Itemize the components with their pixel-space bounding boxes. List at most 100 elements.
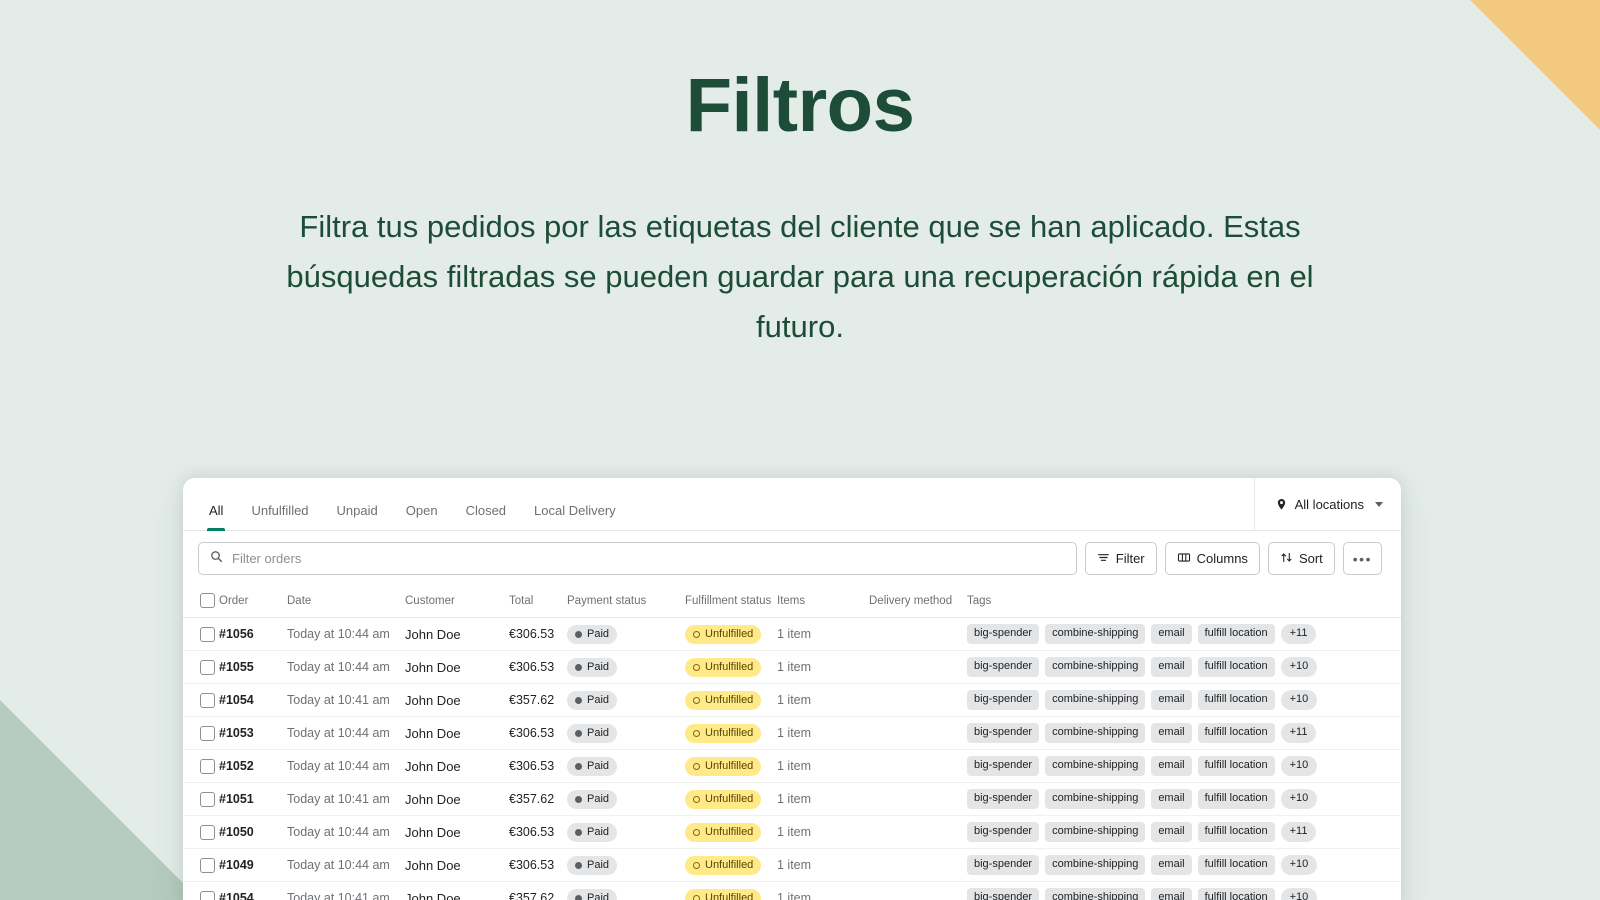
tag-overflow-count[interactable]: +10 (1280, 690, 1318, 710)
tag-chip[interactable]: fulfill location (1197, 624, 1275, 644)
order-number[interactable]: #1050 (219, 825, 254, 839)
tab-all[interactable]: All (195, 504, 237, 531)
tag-chip[interactable]: fulfill location (1197, 888, 1275, 900)
tag-chip[interactable]: big-spender (967, 855, 1040, 875)
column-header-items[interactable]: Items (777, 586, 869, 618)
tag-overflow-count[interactable]: +10 (1280, 888, 1318, 900)
tag-chip[interactable]: email (1151, 822, 1192, 842)
column-header-payment-status[interactable]: Payment status (567, 586, 685, 618)
column-header-tags[interactable]: Tags (967, 586, 1401, 618)
column-header-order[interactable]: Order (219, 586, 287, 618)
tag-chip[interactable]: fulfill location (1197, 657, 1275, 677)
tag-chip[interactable]: big-spender (967, 690, 1040, 710)
tag-chip[interactable]: fulfill location (1197, 723, 1275, 743)
order-number[interactable]: #1049 (219, 858, 254, 872)
order-number[interactable]: #1053 (219, 726, 254, 740)
tab-open[interactable]: Open (392, 504, 452, 530)
sort-button[interactable]: Sort (1267, 542, 1335, 575)
tag-chip[interactable]: email (1151, 855, 1192, 875)
tag-chip[interactable]: email (1151, 756, 1192, 776)
tag-chip[interactable]: big-spender (967, 624, 1040, 644)
table-row[interactable]: #1055 Today at 10:44 am John Doe €306.53… (183, 650, 1401, 684)
row-checkbox[interactable] (200, 824, 215, 840)
tag-chip[interactable]: big-spender (967, 756, 1040, 776)
more-actions-button[interactable]: ••• (1342, 542, 1382, 575)
tag-chip[interactable]: combine-shipping (1045, 888, 1146, 900)
table-row[interactable]: #1053 Today at 10:44 am John Doe €306.53… (183, 716, 1401, 750)
location-selector[interactable]: All locations (1253, 478, 1401, 530)
order-number[interactable]: #1051 (219, 792, 254, 806)
tag-overflow-count[interactable]: +10 (1280, 756, 1318, 776)
tag-chip[interactable]: big-spender (967, 888, 1040, 900)
tag-chip[interactable]: fulfill location (1197, 756, 1275, 776)
tag-chip[interactable]: combine-shipping (1045, 723, 1146, 743)
tag-chip[interactable]: combine-shipping (1045, 789, 1146, 809)
order-number[interactable]: #1054 (219, 693, 254, 707)
search-input[interactable] (232, 551, 1065, 566)
tag-chip[interactable]: email (1151, 723, 1192, 743)
tag-chip[interactable]: combine-shipping (1045, 855, 1146, 875)
table-row[interactable]: #1052 Today at 10:44 am John Doe €306.53… (183, 749, 1401, 783)
tag-chip[interactable]: email (1151, 789, 1192, 809)
tab-label: Open (405, 503, 438, 518)
tag-chip[interactable]: big-spender (967, 822, 1040, 842)
tab-unpaid[interactable]: Unpaid (323, 504, 392, 530)
tag-chip[interactable]: email (1151, 888, 1192, 900)
column-header-customer[interactable]: Customer (405, 586, 509, 618)
tab-local-delivery[interactable]: Local Delivery (520, 504, 630, 530)
tag-overflow-count[interactable]: +10 (1280, 657, 1318, 677)
tag-overflow-count[interactable]: +11 (1280, 624, 1317, 644)
tag-list: big-spender combine-shipping email fulfill … (967, 690, 1401, 710)
table-row[interactable]: #1049 Today at 10:44 am John Doe €306.53… (183, 848, 1401, 882)
table-row[interactable]: #1051 Today at 10:41 am John Doe €357.62… (183, 782, 1401, 816)
select-all-checkbox[interactable] (200, 593, 215, 608)
column-header-total[interactable]: Total (509, 586, 567, 618)
tag-chip[interactable]: big-spender (967, 657, 1040, 677)
tag-overflow-count[interactable]: +10 (1280, 855, 1318, 875)
row-checkbox[interactable] (200, 890, 215, 900)
column-header-delivery-method[interactable]: Delivery method (869, 586, 967, 618)
row-checkbox[interactable] (200, 791, 215, 807)
column-header-date[interactable]: Date (287, 586, 405, 618)
tag-chip[interactable]: combine-shipping (1045, 657, 1146, 677)
tag-chip[interactable]: email (1151, 624, 1192, 644)
row-checkbox[interactable] (200, 626, 215, 642)
order-number[interactable]: #1054 (219, 891, 254, 900)
tag-chip[interactable]: fulfill location (1197, 789, 1275, 809)
cell-tags: big-spender combine-shipping email fulfill … (967, 716, 1401, 750)
cell-tags: big-spender combine-shipping email fulfill … (967, 881, 1401, 900)
table-row[interactable]: #1056 Today at 10:44 am John Doe €306.53… (183, 617, 1401, 651)
order-number[interactable]: #1056 (219, 627, 254, 641)
row-checkbox[interactable] (200, 659, 215, 675)
table-row[interactable]: #1054 Today at 10:41 am John Doe €357.62… (183, 881, 1401, 900)
tag-overflow-count[interactable]: +11 (1280, 723, 1317, 743)
tag-chip[interactable]: combine-shipping (1045, 690, 1146, 710)
columns-button[interactable]: Columns (1164, 542, 1260, 575)
tag-chip[interactable]: email (1151, 690, 1192, 710)
row-checkbox[interactable] (200, 758, 215, 774)
filter-button[interactable]: Filter (1084, 542, 1157, 575)
search-box[interactable] (198, 542, 1077, 575)
tag-overflow-count[interactable]: +11 (1280, 822, 1317, 842)
tab-closed[interactable]: Closed (452, 504, 520, 530)
tag-chip[interactable]: email (1151, 657, 1192, 677)
table-row[interactable]: #1054 Today at 10:41 am John Doe €357.62… (183, 683, 1401, 717)
tag-chip[interactable]: fulfill location (1197, 855, 1275, 875)
row-checkbox[interactable] (200, 692, 215, 708)
tag-overflow-count[interactable]: +10 (1280, 789, 1318, 809)
tag-chip[interactable]: combine-shipping (1045, 624, 1146, 644)
tag-chip[interactable]: fulfill location (1197, 822, 1275, 842)
order-number[interactable]: #1055 (219, 660, 254, 674)
cell-date: Today at 10:41 am (287, 782, 405, 816)
tag-chip[interactable]: big-spender (967, 789, 1040, 809)
tag-chip[interactable]: big-spender (967, 723, 1040, 743)
tab-unfulfilled[interactable]: Unfulfilled (237, 504, 322, 530)
row-checkbox[interactable] (200, 725, 215, 741)
table-row[interactable]: #1050 Today at 10:44 am John Doe €306.53… (183, 815, 1401, 849)
column-header-fulfillment-status[interactable]: Fulfillment status (685, 586, 777, 618)
tag-chip[interactable]: fulfill location (1197, 690, 1275, 710)
order-number[interactable]: #1052 (219, 759, 254, 773)
row-checkbox[interactable] (200, 857, 215, 873)
tag-chip[interactable]: combine-shipping (1045, 756, 1146, 776)
tag-chip[interactable]: combine-shipping (1045, 822, 1146, 842)
